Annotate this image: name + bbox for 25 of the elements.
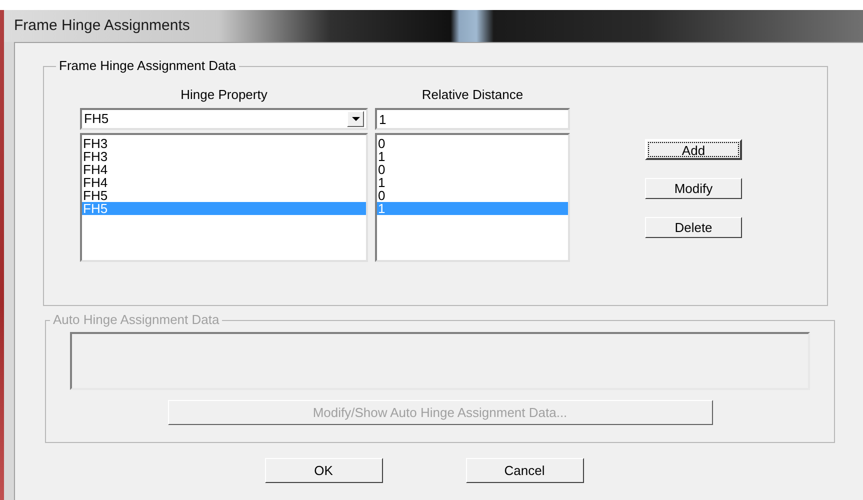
relative-distance-list[interactable]: 0 1 0 1 0 1 <box>375 133 570 262</box>
group-title: Auto Hinge Assignment Data <box>50 312 222 328</box>
window-title: Frame Hinge Assignments <box>14 16 190 36</box>
hinge-property-list[interactable]: FH3 FH3 FH4 FH4 FH5 FH5 <box>80 133 368 262</box>
list-item[interactable]: 0 <box>377 137 568 150</box>
list-item[interactable]: FH3 <box>82 150 366 163</box>
action-button[interactable]: Delete <box>645 217 742 238</box>
hinge-property-dropdown[interactable]: FH5 <box>80 108 368 130</box>
list-item[interactable]: FH4 <box>82 176 366 189</box>
relative-distance-field[interactable]: 1 <box>375 108 570 130</box>
action-button[interactable]: Modify <box>645 178 742 199</box>
column-header: Relative Distance <box>422 87 524 103</box>
list-item[interactable]: FH3 <box>82 137 366 150</box>
list-item[interactable]: FH5 <box>82 189 366 202</box>
action-button[interactable]: Add <box>645 139 742 160</box>
list-item[interactable]: 1 <box>377 150 568 163</box>
dialog-button[interactable]: OK <box>264 458 382 483</box>
list-item[interactable]: 1 <box>377 176 568 189</box>
dialog-button[interactable]: Cancel <box>466 458 584 483</box>
caret-icon[interactable] <box>347 111 364 127</box>
list-item[interactable]: 0 <box>377 189 568 202</box>
group-title: Frame Hinge Assignment Data <box>56 58 240 74</box>
column-header: Hinge Property <box>180 87 268 103</box>
list-item[interactable]: 0 <box>377 163 568 176</box>
list-item[interactable]: FH4 <box>82 163 366 176</box>
